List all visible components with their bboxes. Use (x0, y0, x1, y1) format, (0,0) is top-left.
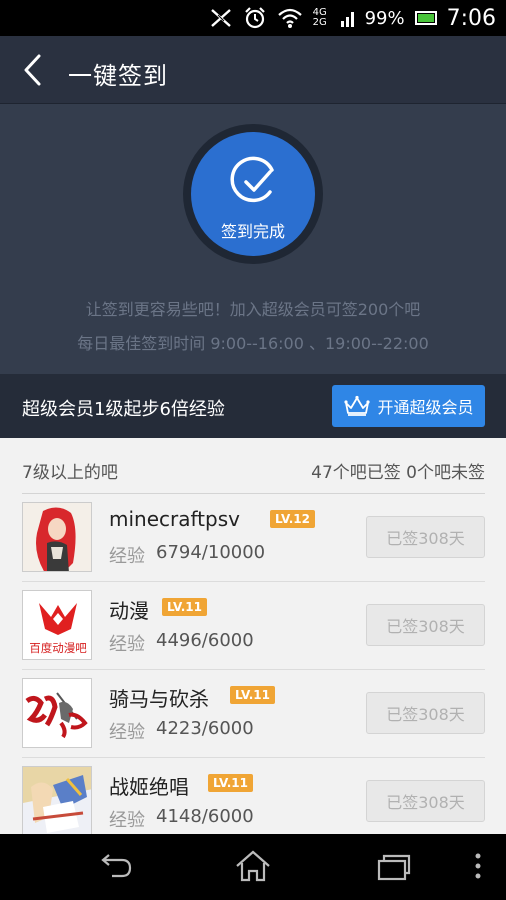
signal-icon (340, 12, 354, 27)
promo-text-best-time: 每日最佳签到时间 9:00--16:00 、19:00--22:00 (77, 334, 429, 353)
forum-name: 骑马与砍杀 (109, 687, 209, 711)
forum-name: 动漫 (109, 599, 149, 623)
menu-icon[interactable] (456, 848, 500, 886)
network-type: 4G 2G (312, 7, 327, 28)
wifi-icon (277, 8, 302, 28)
exp-value: 4496/6000 (156, 630, 254, 651)
crown-icon (344, 395, 371, 416)
level-badge: LV.11 (162, 598, 207, 616)
recent-apps-icon[interactable] (371, 848, 415, 886)
list-header: 7级以上的吧 47个吧已签 0个吧未签 (22, 438, 485, 494)
exp-value: 4148/6000 (156, 806, 254, 827)
battery-icon (414, 11, 437, 25)
forum-name: minecraftpsv (109, 507, 240, 531)
level-badge: LV.11 (230, 686, 275, 704)
app-header: 一键签到 (0, 36, 506, 104)
exp-label: 经验 (109, 634, 145, 655)
forum-avatar-dongman: 百度动漫吧 (22, 590, 92, 660)
list-item[interactable]: 战姬绝唱 LV.11 经验 4148/6000 已签308天 (22, 758, 485, 834)
exp-label: 经验 (109, 546, 145, 567)
open-vip-button[interactable]: 开通超级会员 (332, 385, 485, 427)
open-vip-label: 开通超级会员 (377, 398, 474, 417)
sign-status-label: 签到完成 (220, 222, 285, 241)
page-title: 一键签到 (68, 62, 168, 90)
exp-value: 4223/6000 (156, 718, 254, 739)
forum-name: 战姬绝唱 (109, 775, 189, 799)
member-promo-bar: 超级会员1级起步6倍经验 开通超级会员 (0, 374, 506, 438)
level-badge: LV.11 (208, 774, 253, 792)
system-nav-bar (0, 834, 506, 900)
forum-avatar-minecraftpsv (22, 502, 92, 572)
list-item[interactable]: 百度动漫吧 动漫 LV.11 经验 4496/6000 已签308天 (22, 582, 485, 670)
sign-summary: 47个吧已签 0个吧未签 (311, 463, 485, 483)
member-promo-text: 超级会员1级起步6倍经验 (22, 399, 225, 420)
mute-icon (210, 9, 231, 27)
exp-label: 经验 (109, 722, 145, 743)
refresh-check-icon (230, 156, 274, 203)
signed-days-button[interactable]: 已签308天 (366, 692, 485, 734)
status-icons: 4G 2G 99% 7:06 (209, 0, 496, 36)
signed-days-button[interactable]: 已签308天 (366, 780, 485, 822)
forum-avatar-mount-blade (22, 678, 92, 748)
exp-value: 6794/10000 (156, 542, 266, 563)
sign-complete-button[interactable]: 签到完成 (191, 132, 315, 256)
chevron-left-icon[interactable] (14, 50, 54, 90)
level-badge: LV.12 (270, 510, 315, 528)
exp-label: 经验 (109, 810, 145, 831)
battery-percent: 99% (364, 7, 405, 29)
forum-list: 7级以上的吧 47个吧已签 0个吧未签 minecraftpsv LV.12 经… (0, 438, 506, 834)
list-item[interactable]: 骑马与砍杀 LV.11 经验 4223/6000 已签308天 (22, 670, 485, 758)
forum-avatar-symphogear (22, 766, 92, 834)
avatar-caption: 百度动漫吧 (29, 641, 87, 655)
list-item[interactable]: minecraftpsv LV.12 经验 6794/10000 已签308天 (22, 494, 485, 582)
status-bar: 4G 2G 99% 7:06 (0, 0, 506, 36)
home-icon[interactable] (231, 848, 275, 886)
sign-status-panel: 签到完成 让签到更容易些吧！加入超级会员可签200个吧 每日最佳签到时间 9:0… (0, 104, 506, 374)
signed-days-button[interactable]: 已签308天 (366, 604, 485, 646)
back-nav-icon[interactable] (92, 848, 136, 886)
signed-days-button[interactable]: 已签308天 (366, 516, 485, 558)
list-header-title: 7级以上的吧 (22, 463, 118, 483)
clock: 7:06 (446, 5, 496, 31)
promo-text-vip: 让签到更容易些吧！加入超级会员可签200个吧 (85, 300, 421, 319)
alarm-icon (244, 7, 265, 29)
